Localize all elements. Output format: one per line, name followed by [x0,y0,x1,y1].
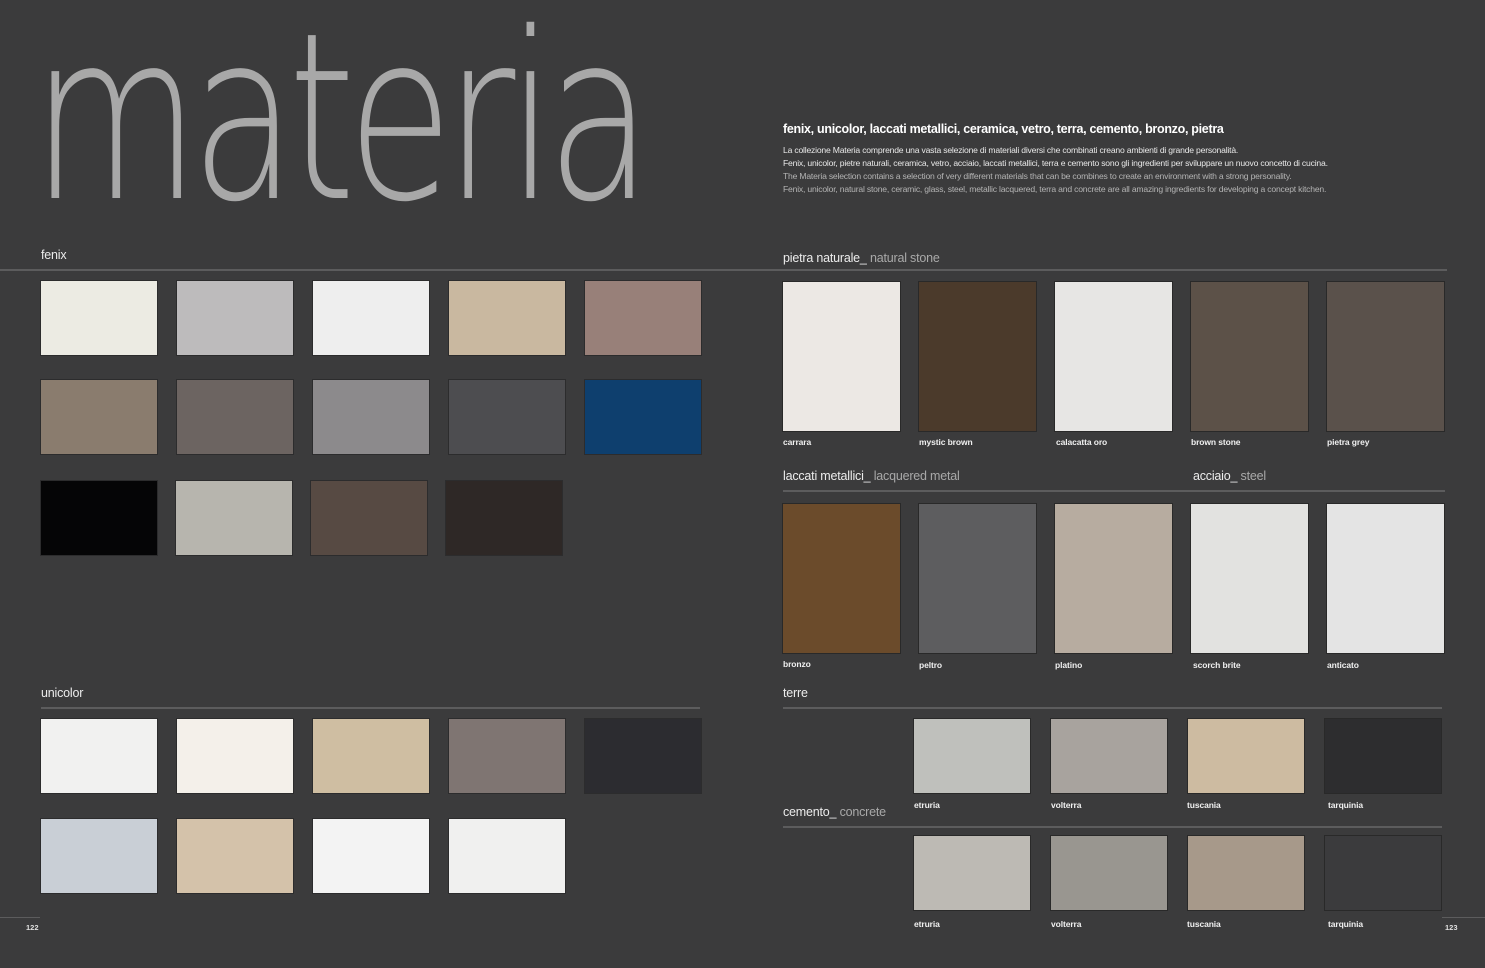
metal-swatch-platino [1055,504,1172,653]
unicolor-swatch [177,819,293,893]
unicolor-swatch [449,819,565,893]
section-label-pietra: pietra naturale_ natural stone [783,251,940,265]
stone-swatch-mystic-brown [919,282,1036,431]
unicolor-swatch [177,719,293,793]
terre-swatch [1188,719,1304,793]
divider-cemento [783,826,1442,828]
section-label-fenix: fenix [41,248,67,262]
stone-caption: carrara [783,437,812,447]
stone-swatch-calacatta-oro [1055,282,1172,431]
cemento-sublabel: concrete [839,805,887,819]
fenix-swatch [177,380,293,454]
section-label-laccati: laccati metallici_ lacquered metal [783,469,960,483]
intro-en-line2: Fenix, unicolor, natural stone, ceramic,… [783,184,1327,194]
cemento-swatch [1051,836,1167,910]
intro-it-line2: Fenix, unicolor, pietre naturali, cerami… [783,158,1328,168]
laccati-sublabel: lacquered metal [873,469,960,483]
pietra-label: pietra naturale_ [783,251,867,265]
metal-caption: scorch brite [1193,660,1241,670]
terre-caption: tarquinia [1328,800,1363,810]
divider-bottom-left [0,917,40,918]
fenix-swatch [313,380,429,454]
fenix-swatch [176,481,292,555]
stone-caption: pietra grey [1327,437,1370,447]
cemento-caption: tuscania [1187,919,1221,929]
metal-swatch-anticato [1327,504,1444,653]
fenix-swatch [313,281,429,355]
cemento-swatch [914,836,1030,910]
terre-caption: etruria [914,800,940,810]
terre-swatch [1051,719,1167,793]
metal-caption: anticato [1327,660,1359,670]
cemento-swatch [1325,836,1441,910]
section-label-cemento: cemento_ concrete [783,805,886,819]
unicolor-swatch [449,719,565,793]
stone-swatch-pietra-grey [1327,282,1444,431]
stone-swatch-carrara [783,282,900,431]
cemento-caption: tarquinia [1328,919,1363,929]
metal-swatch-peltro [919,504,1036,653]
terre-swatch [914,719,1030,793]
pietra-sublabel: natural stone [869,251,940,265]
metal-caption: platino [1055,660,1083,670]
cemento-label: cemento_ [783,805,837,819]
fenix-swatch [585,281,701,355]
metal-caption: bronzo [783,659,811,669]
page-number-right: 123 [1445,923,1458,932]
cemento-swatch [1188,836,1304,910]
unicolor-swatch [41,719,157,793]
cemento-caption: volterra [1051,919,1082,929]
intro-en-line1: The Materia selection contains a selecti… [783,171,1292,181]
laccati-label: laccati metallici_ [783,469,871,483]
fenix-swatch [449,380,565,454]
divider-bottom-right [1442,917,1485,918]
intro-it-line1: La collezione Materia comprende una vast… [783,145,1239,155]
intro-subtitle: fenix, unicolor, laccati metallici, cera… [783,122,1224,136]
page-number-left: 122 [26,923,39,932]
section-label-acciaio: acciaio_ steel [1193,469,1266,483]
fenix-swatch [446,481,562,555]
acciaio-sublabel: steel [1240,469,1267,483]
unicolor-swatch [41,819,157,893]
metal-swatch-bronzo [783,504,900,653]
fenix-swatch [585,380,701,454]
terre-caption: volterra [1051,800,1082,810]
stone-caption: mystic brown [919,437,973,447]
fenix-swatch [177,281,293,355]
section-label-unicolor: unicolor [41,686,84,700]
acciaio-label: acciaio_ [1193,469,1238,483]
fenix-swatch [41,380,157,454]
divider-top [0,269,1447,271]
unicolor-swatch [585,719,701,793]
stone-caption: calacatta oro [1056,437,1108,447]
metal-caption: peltro [919,660,943,670]
metal-swatch-scorch-brite [1191,504,1308,653]
divider-unicolor [41,707,700,709]
fenix-swatch [41,281,157,355]
unicolor-swatch [313,819,429,893]
fenix-swatch [311,481,427,555]
unicolor-swatch [313,719,429,793]
stone-caption: brown stone [1191,437,1241,447]
page-title: materia [32,0,652,253]
section-label-terre: terre [783,686,808,700]
intro-block: fenix, unicolor, laccati metallici, cera… [783,122,1443,196]
stone-swatch-brown-stone [1191,282,1308,431]
divider-metal [783,490,1445,492]
terre-caption: tuscania [1187,800,1221,810]
fenix-swatch [41,481,157,555]
terre-swatch [1325,719,1441,793]
divider-terre [783,707,1442,709]
fenix-swatch [449,281,565,355]
cemento-caption: etruria [914,919,940,929]
